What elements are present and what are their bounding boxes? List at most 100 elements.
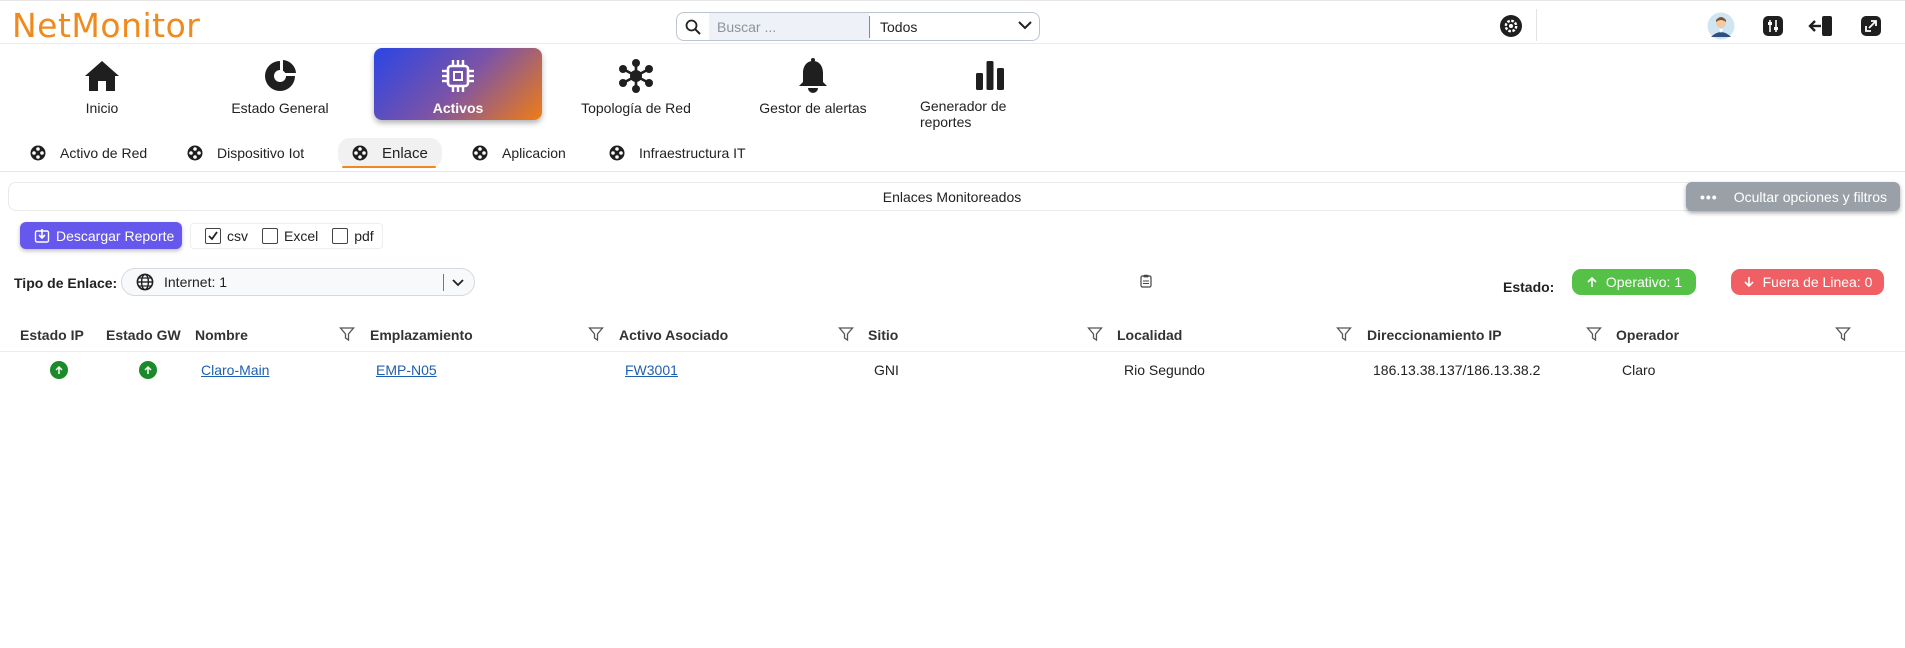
nav-label: Gestor de alertas (759, 100, 867, 116)
col-activo-asociado[interactable]: Activo Asociado (619, 318, 728, 352)
tab-label: Dispositivo Iot (217, 145, 305, 161)
nav-gestor-alertas[interactable]: Gestor de alertas (748, 48, 878, 120)
col-estado-gw[interactable]: Estado GW (106, 318, 181, 352)
fuera-linea-count: Fuera de Linea: 0 (1762, 274, 1873, 290)
search-scope-value: Todos (880, 18, 918, 35)
col-estado-ip[interactable]: Estado IP (20, 318, 84, 352)
cell-sitio: GNI (874, 362, 899, 378)
section-title: Enlaces Monitoreados (8, 182, 1896, 211)
tab-dispositivo-iot[interactable]: Dispositivo Iot (187, 138, 304, 168)
header-divider (1536, 9, 1537, 41)
tab-enlace[interactable]: Enlace (338, 138, 442, 168)
col-emplazamiento[interactable]: Emplazamiento (370, 318, 473, 352)
expand-icon[interactable] (1858, 13, 1884, 39)
chip-icon (440, 58, 476, 94)
download-icon (34, 228, 50, 244)
format-pdf[interactable]: pdf (332, 228, 374, 244)
nav-activos[interactable]: Activos (374, 48, 542, 120)
toggle-options-button[interactable]: ••• Ocultar opciones y filtros (1686, 182, 1900, 211)
csv-checkbox[interactable] (205, 228, 221, 244)
nav-label: Generador de reportes (920, 98, 1007, 130)
table-row[interactable]: Claro-Main EMP-N05 FW3001 GNI Rio Segund… (0, 352, 1905, 388)
excel-checkbox[interactable] (262, 228, 278, 244)
active-tab-indicator (342, 166, 436, 168)
filter-icon[interactable] (1087, 326, 1103, 342)
select-divider (443, 274, 444, 291)
download-report-label: Descargar Reporte (56, 227, 175, 244)
col-nombre[interactable]: Nombre (195, 318, 248, 352)
main-nav: Inicio Estado General Activos Topología … (0, 44, 1905, 130)
tab-infraestructura-it[interactable]: Infraestructura IT (609, 138, 746, 168)
chevron-down-icon (1017, 17, 1033, 36)
nombre-link[interactable]: Claro-Main (201, 362, 269, 378)
cell-activo: FW3001 (625, 352, 678, 388)
pie-chart-icon (262, 58, 298, 94)
activo-link[interactable]: FW3001 (625, 362, 678, 378)
nav-label: Inicio (85, 100, 119, 116)
home-icon (83, 58, 121, 94)
col-localidad[interactable]: Localidad (1117, 318, 1182, 352)
operativo-count: Operativo: 1 (1605, 274, 1683, 290)
cell-ip: 186.13.38.137/186.13.38.2 (1373, 362, 1541, 378)
logout-icon[interactable] (1808, 13, 1834, 39)
tipo-enlace-label: Tipo de Enlace: (14, 275, 118, 291)
col-sitio[interactable]: Sitio (868, 318, 898, 352)
download-report-button[interactable]: Descargar Reporte (20, 222, 182, 249)
table-header: Estado IP Estado GW Nombre Emplazamiento… (0, 318, 1905, 352)
globe-icon (136, 273, 154, 291)
arrow-up-icon (139, 361, 157, 379)
cell-emplazamiento: EMP-N05 (376, 352, 437, 388)
sub-tabs: Activo de Red Dispositivo Iot Enlace Apl… (0, 136, 1905, 172)
global-search: Todos (676, 12, 1040, 41)
cell-operador: Claro (1622, 362, 1656, 378)
format-label: pdf (354, 228, 374, 244)
more-dots-icon: ••• (1700, 188, 1718, 205)
cell-nombre: Claro-Main (201, 352, 269, 388)
search-scope-select[interactable]: Todos (870, 13, 1039, 40)
gear-icon[interactable] (1498, 13, 1524, 39)
pdf-checkbox[interactable] (332, 228, 349, 244)
clipboard-icon[interactable] (1140, 274, 1152, 288)
toggle-options-label: Ocultar opciones y filtros (1733, 188, 1888, 205)
col-direccionamiento-ip[interactable]: Direccionamiento IP (1367, 318, 1502, 352)
nav-label: Estado General (231, 100, 329, 116)
cell-localidad: Rio Segundo (1124, 362, 1205, 378)
nav-estado-general[interactable]: Estado General (220, 48, 340, 120)
filter-icon[interactable] (1586, 326, 1602, 342)
format-options: csv Excel pdf (190, 223, 383, 249)
status-badge-operativo[interactable]: Operativo: 1 (1572, 269, 1696, 295)
status-badge-fuera-linea[interactable]: Fuera de Linea: 0 (1731, 269, 1884, 295)
arrow-down-icon (1743, 276, 1755, 288)
sliders-icon[interactable] (1760, 13, 1786, 39)
reel-icon (187, 145, 203, 161)
tab-activo-de-red[interactable]: Activo de Red (30, 138, 147, 168)
format-excel[interactable]: Excel (262, 228, 318, 244)
search-icon[interactable] (677, 13, 709, 40)
section-title-text: Enlaces Monitoreados (882, 188, 1022, 205)
bell-icon (796, 58, 830, 94)
tipo-enlace-select[interactable]: Internet: 1 (121, 268, 475, 296)
avatar[interactable] (1707, 12, 1735, 40)
tab-label: Enlace (382, 144, 428, 162)
tab-label: Aplicacion (502, 145, 566, 161)
tab-label: Infraestructura IT (639, 145, 746, 161)
filter-icon[interactable] (838, 326, 854, 342)
nav-topologia[interactable]: Topología de Red (570, 48, 702, 120)
emplazamiento-link[interactable]: EMP-N05 (376, 362, 437, 378)
reel-icon (609, 145, 625, 161)
tab-aplicacion[interactable]: Aplicacion (472, 138, 566, 168)
reel-icon (30, 145, 46, 161)
search-input[interactable] (709, 13, 869, 40)
filter-icon[interactable] (1336, 326, 1352, 342)
nav-inicio[interactable]: Inicio (42, 48, 162, 120)
app-logo[interactable]: NetMonitor (12, 6, 200, 45)
filter-icon[interactable] (588, 326, 604, 342)
format-label: csv (227, 228, 248, 244)
estado-ip-status (50, 352, 68, 388)
nav-generador-reportes[interactable]: Generador de reportes (920, 48, 1060, 130)
filter-icon[interactable] (339, 326, 355, 342)
col-operador[interactable]: Operador (1616, 318, 1679, 352)
filter-icon[interactable] (1835, 326, 1851, 342)
format-csv[interactable]: csv (205, 228, 248, 244)
estado-label: Estado: (1503, 279, 1555, 295)
